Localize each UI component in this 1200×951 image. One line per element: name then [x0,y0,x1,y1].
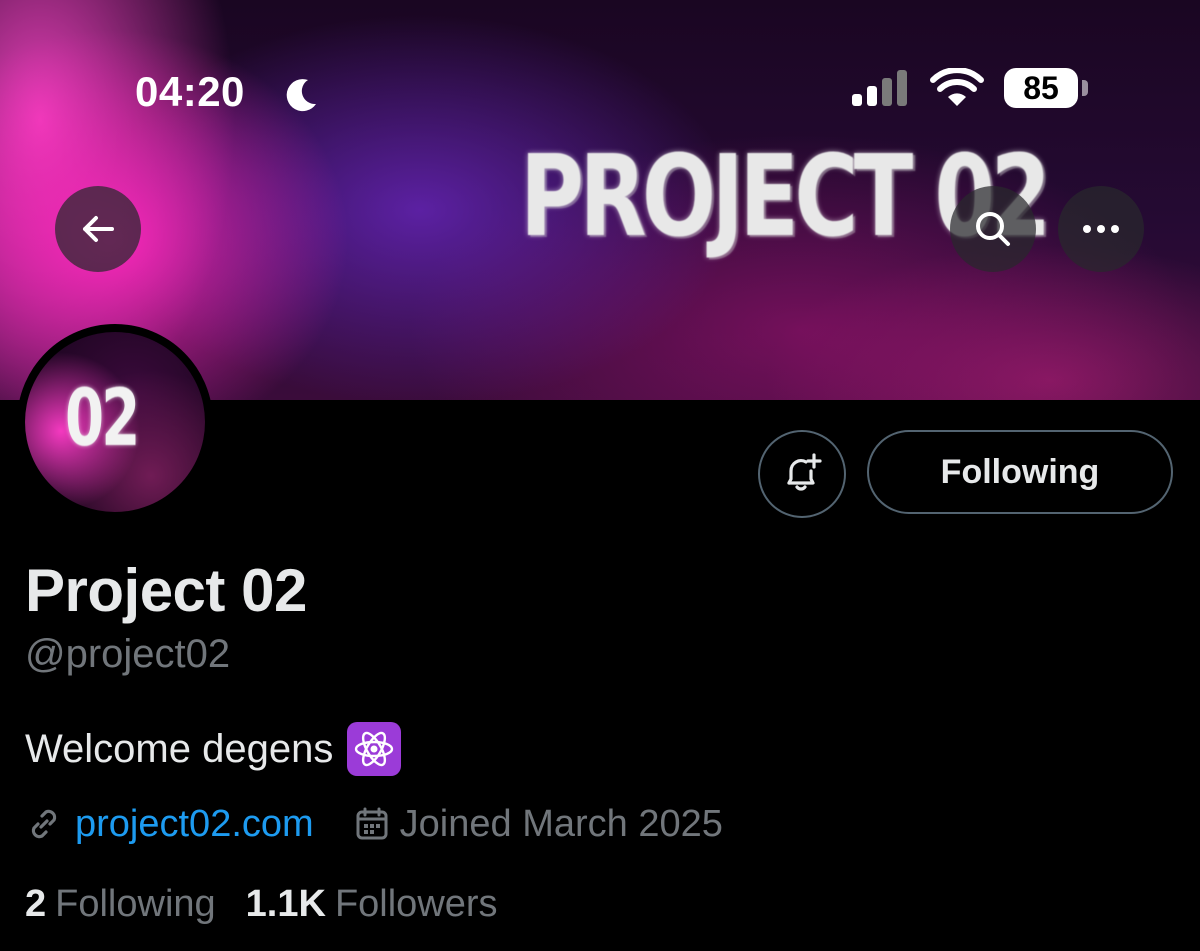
avatar-logo-text: 02 [65,374,140,464]
atom-icon [347,722,402,776]
back-button[interactable] [55,186,141,272]
arrow-left-icon [83,216,114,242]
avatar-image: 02 [25,332,205,512]
cellular-signal-icon [852,70,907,106]
profile-meta-row: project02.com Joined March 2025 [25,800,723,848]
search-icon [976,212,1010,246]
moon-icon [286,79,316,112]
status-time: 04:20 [135,68,245,115]
more-options-button[interactable] [1058,186,1144,272]
notifications-button[interactable] [758,430,846,518]
profile-bio: Welcome degens [25,722,402,776]
profile-avatar[interactable]: 02 [17,324,213,520]
more-horizontal-icon [1083,225,1119,233]
bio-text: Welcome degens [25,726,334,771]
banner-title: PROJECT 02 [520,132,1051,262]
following-stat[interactable]: 2 Following [25,883,216,926]
bell-plus-icon [787,453,822,491]
follow-stats: 2 Following 1.1K Followers [25,880,498,928]
link-icon [31,809,57,839]
followers-count: 1.1K [245,882,326,925]
calendar-icon [356,807,388,840]
joined-date: Joined March 2025 [399,802,723,845]
following-label: Following [55,882,216,925]
website-link[interactable]: project02.com [75,803,314,846]
battery-indicator: 85 [1004,68,1078,108]
followers-stat[interactable]: 1.1K Followers [246,883,498,926]
battery-tip [1082,80,1088,96]
search-button[interactable] [950,186,1036,272]
followers-label: Followers [334,882,498,925]
following-count: 2 [25,882,47,925]
display-name: Project 02 [25,557,307,624]
following-button[interactable]: Following [867,430,1173,514]
profile-handle: @project02 [25,632,231,676]
wifi-icon [930,68,984,106]
